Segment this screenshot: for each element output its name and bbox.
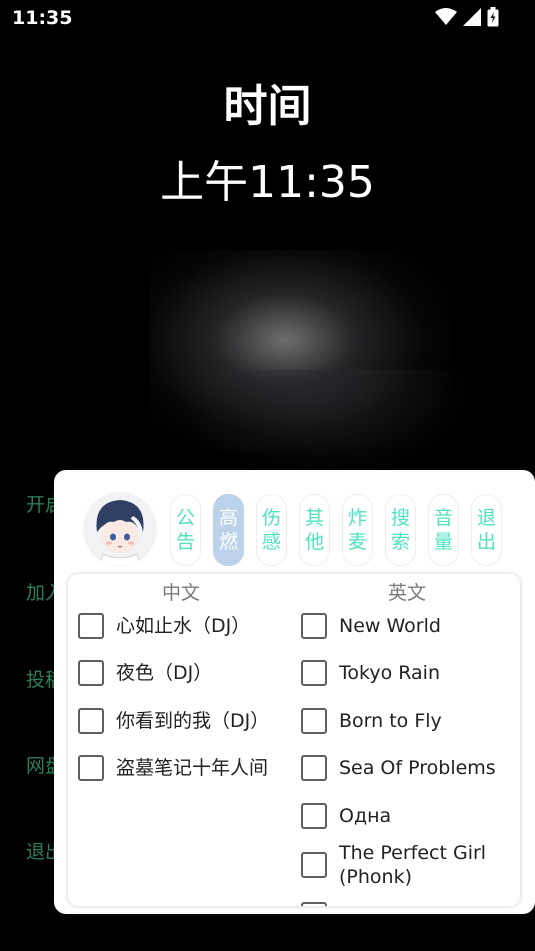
status-time: 11:35 [12,7,73,29]
tab-blast-mic[interactable]: 炸麦 [342,494,373,566]
status-bar: 11:35 [0,0,535,36]
song-label: 你看到的我（DJ） [116,710,270,732]
song-label: 盗墓笔记十年人间 [116,757,269,779]
song-item-partial[interactable] [301,902,327,906]
song-label: Born to Fly [339,710,442,732]
checkbox[interactable] [301,803,327,829]
checkbox[interactable] [301,613,327,639]
song-item[interactable]: The Perfect Girl (Phonk) [301,840,514,889]
chinese-column-header: 中文 [161,582,200,604]
song-item[interactable]: 盗墓笔记十年人间 [78,755,268,781]
checkbox[interactable] [301,755,327,781]
song-label: Sea Of Problems [339,757,496,779]
clock-label: 时间 [223,81,312,132]
tab-volume[interactable]: 音量 [428,494,459,566]
song-label: 心如止水（DJ） [116,615,251,637]
tab-label: 公告 [175,507,195,553]
tab-exit[interactable]: 退出 [471,494,502,566]
tab-sad[interactable]: 伤感 [256,494,287,566]
tab-label: 退出 [476,507,496,553]
avatar[interactable] [83,492,157,566]
song-item[interactable]: 心如止水（DJ） [78,613,250,639]
tab-label: 音量 [433,507,453,553]
tab-label: 伤感 [261,507,281,553]
background-landscape [170,370,470,480]
tab-search[interactable]: 搜索 [385,494,416,566]
song-label: 夜色（DJ） [116,662,213,684]
song-item[interactable]: Sea Of Problems [301,755,496,781]
song-list-panel[interactable]: 中文 英文 心如止水（DJ） 夜色（DJ） 你看到的我（DJ） 盗墓笔记十年人间… [68,574,520,906]
tab-label: 搜索 [390,507,410,553]
checkbox[interactable] [301,852,327,878]
battery-icon [487,7,499,27]
song-item[interactable]: Одна [301,803,391,829]
tab-other[interactable]: 其他 [299,494,330,566]
tab-announcement[interactable]: 公告 [170,494,201,566]
checkbox[interactable] [301,902,327,906]
song-item[interactable]: 夜色（DJ） [78,660,212,686]
song-label: Tokyo Rain [339,662,440,684]
tab-label: 炸麦 [347,507,367,553]
checkbox[interactable] [78,613,104,639]
checkbox[interactable] [301,660,327,686]
tab-label: 其他 [304,507,324,553]
status-icons [435,7,499,27]
checkbox[interactable] [78,660,104,686]
checkbox[interactable] [78,755,104,781]
signal-icon [463,8,481,26]
song-item[interactable]: 你看到的我（DJ） [78,708,269,734]
song-label: The Perfect Girl (Phonk) [339,842,487,888]
song-label: New World [339,615,441,637]
song-item[interactable]: Born to Fly [301,708,442,734]
song-item[interactable]: Tokyo Rain [301,660,440,686]
song-dialog: 公告 高燃 伤感 其他 炸麦 搜索 音量 退出 中文 英文 心如止水（DJ） 夜… [54,470,535,914]
song-item[interactable]: New World [301,613,441,639]
tab-label: 高燃 [218,507,238,553]
checkbox[interactable] [78,708,104,734]
wifi-icon [435,8,457,26]
tab-energetic[interactable]: 高燃 [213,494,244,566]
clock-time: 上午11:35 [160,157,375,208]
checkbox[interactable] [301,708,327,734]
song-label: Одна [339,805,392,827]
english-column-header: 英文 [387,582,426,604]
